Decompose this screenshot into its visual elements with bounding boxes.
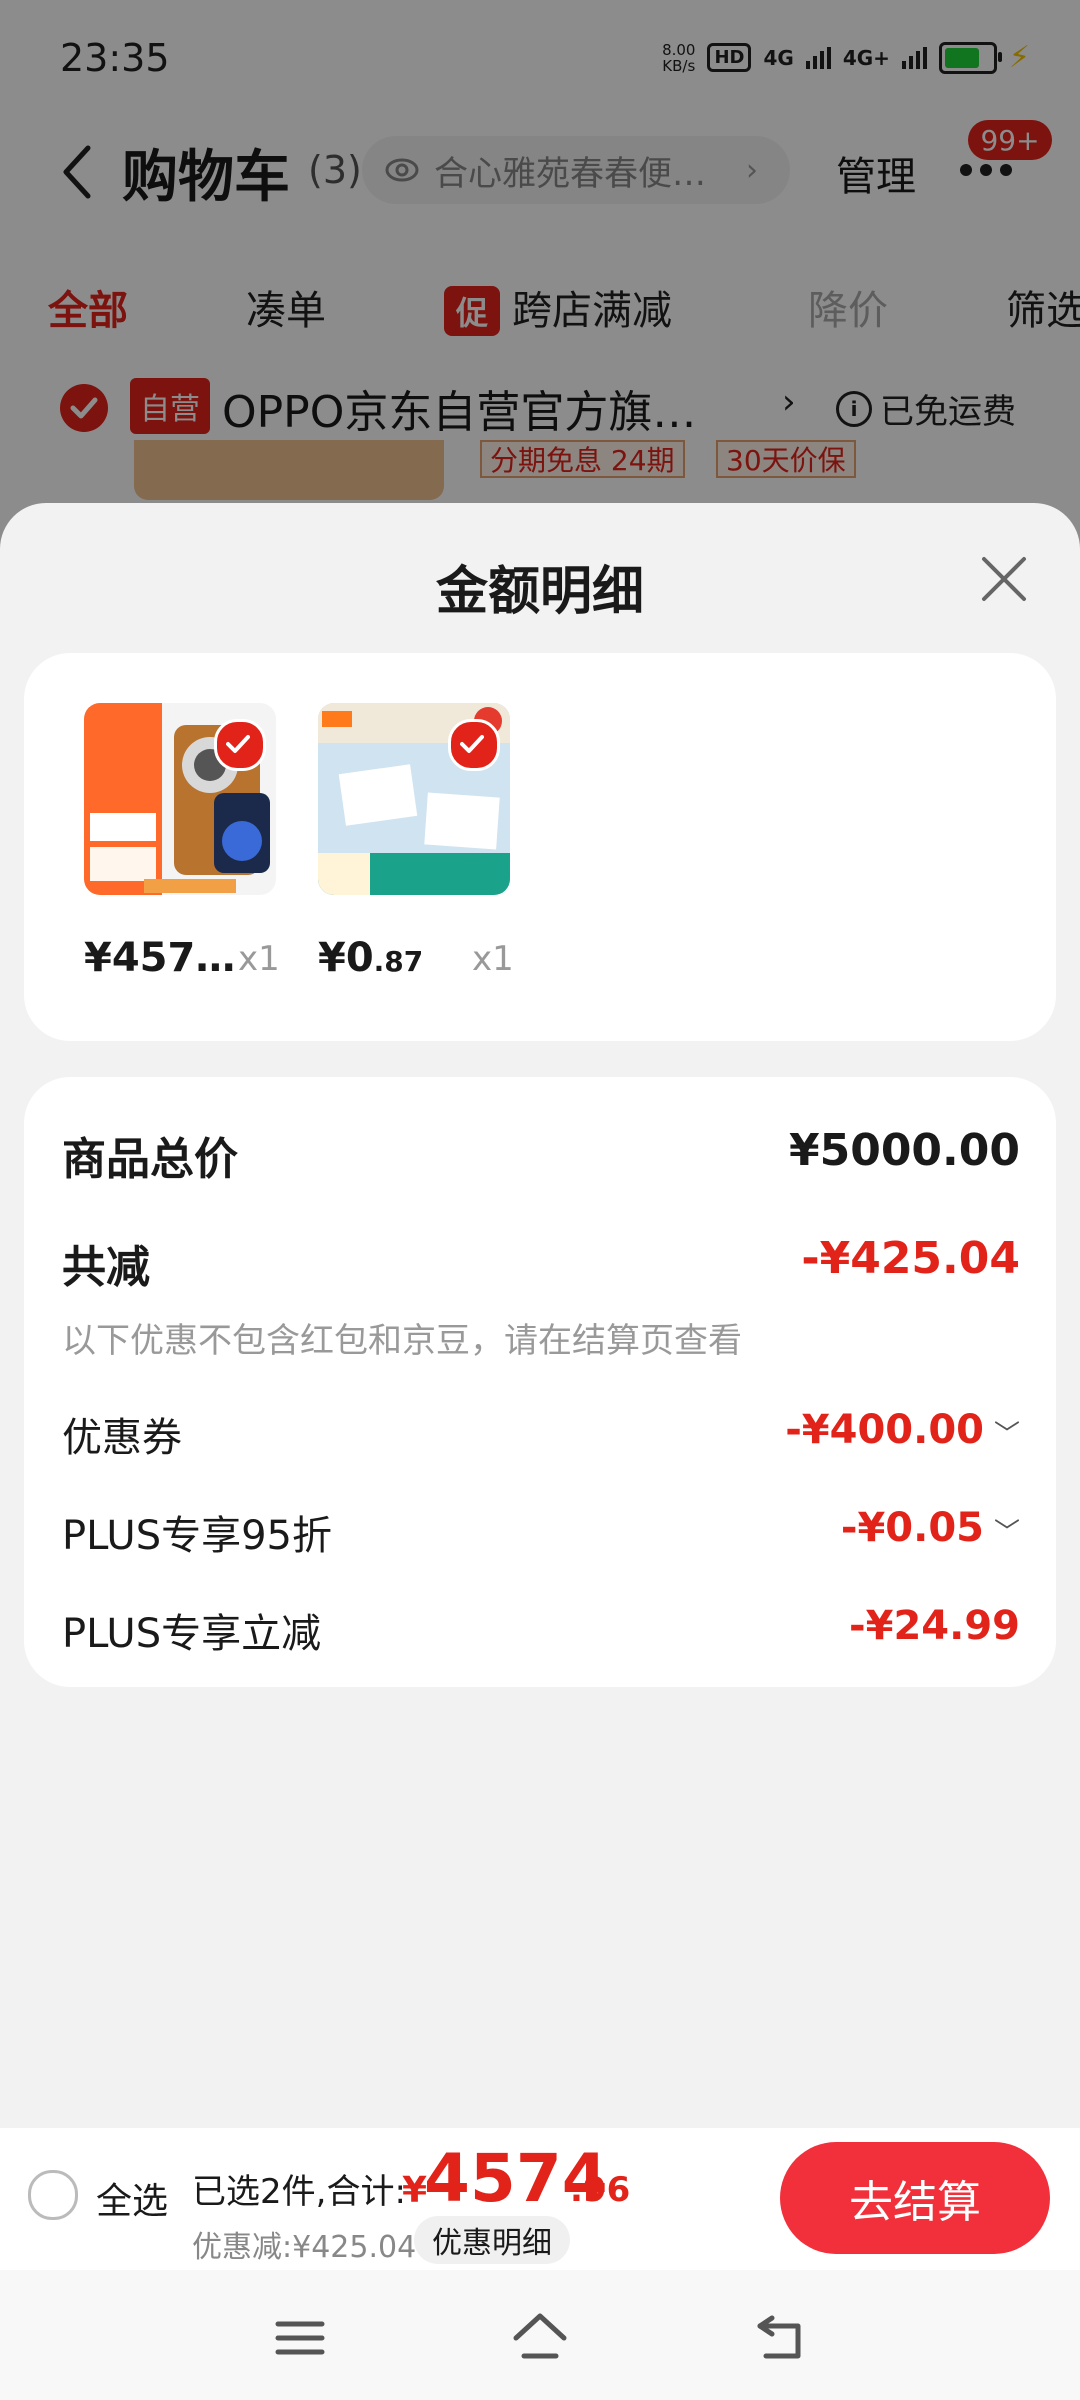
chevron-down-icon: ﹀ bbox=[993, 1420, 1020, 1450]
checkout-bar: 全选 已选2件,合计: ¥ 4574 .96 优惠减:¥425.04 优惠明细 … bbox=[0, 2128, 1080, 2270]
selected-count-text: 已选2件,合计: bbox=[192, 2172, 406, 2212]
goods-total-label: 商品总价 bbox=[62, 1134, 238, 1185]
plus-cut-label: PLUS专享立减 bbox=[62, 1611, 322, 1657]
amount-detail-sheet: 金额明细 ¥457… x1 ¥0.87 x1 商品总价 ¥5000.00 共减 … bbox=[0, 503, 1080, 2400]
sheet-title: 金额明细 bbox=[435, 562, 644, 622]
checkout-button[interactable]: 去结算 bbox=[780, 2142, 1050, 2254]
alcohol-pad-product-image[interactable] bbox=[318, 703, 510, 895]
selected-check-icon bbox=[448, 719, 500, 771]
product-list-card: ¥457… x1 ¥0.87 x1 bbox=[24, 653, 1056, 1041]
price-summary-card: 商品总价 ¥5000.00 共减 -¥425.04 以下优惠不包含红包和京豆，请… bbox=[24, 1077, 1056, 1687]
select-all-checkbox[interactable] bbox=[28, 2170, 78, 2220]
phone-product-image[interactable] bbox=[84, 703, 276, 895]
selected-check-icon bbox=[214, 719, 266, 771]
goods-total-value: ¥5000.00 bbox=[788, 1125, 1020, 1176]
discount-note: 以下优惠不包含红包和京豆，请在结算页查看 bbox=[62, 1321, 742, 1361]
total-reduction-value: -¥425.04 bbox=[801, 1233, 1020, 1284]
plus-95-row[interactable]: -¥0.05 ﹀ bbox=[841, 1505, 1020, 1551]
product-price: ¥457… bbox=[84, 935, 236, 981]
product-quantity: x1 bbox=[238, 939, 280, 979]
coupon-row[interactable]: -¥400.00 ﹀ bbox=[785, 1407, 1020, 1453]
coupon-label: 优惠券 bbox=[62, 1415, 182, 1461]
close-icon[interactable] bbox=[978, 553, 1030, 605]
discount-amount: 优惠减:¥425.04 bbox=[192, 2230, 417, 2265]
dim-overlay[interactable] bbox=[0, 0, 1080, 560]
home-icon[interactable] bbox=[510, 2308, 570, 2368]
select-all-label[interactable]: 全选 bbox=[96, 2172, 168, 2224]
system-nav-bar bbox=[0, 2270, 1080, 2400]
menu-icon[interactable] bbox=[270, 2308, 330, 2368]
plus-cut-value: -¥24.99 bbox=[849, 1603, 1020, 1649]
plus-95-label: PLUS专享95折 bbox=[62, 1513, 332, 1559]
chevron-down-icon: ﹀ bbox=[993, 1518, 1020, 1548]
total-reduction-label: 共减 bbox=[62, 1242, 150, 1293]
discount-detail-button[interactable]: 优惠明细 bbox=[414, 2216, 570, 2264]
product-quantity: x1 bbox=[472, 939, 514, 979]
product-price: ¥0.87 bbox=[318, 935, 424, 981]
back-nav-icon[interactable] bbox=[752, 2308, 812, 2368]
total-decimal: .96 bbox=[570, 2170, 631, 2210]
